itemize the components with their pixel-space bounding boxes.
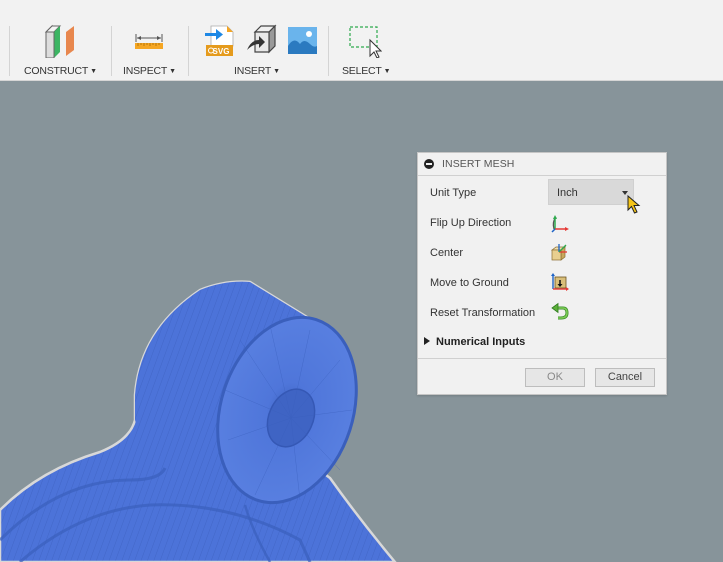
collapse-icon[interactable] <box>424 159 434 169</box>
dialog-header: INSERT MESH <box>418 153 666 176</box>
insert-svg-icon[interactable]: SVG <box>203 24 237 58</box>
flip-up-direction-label: Flip Up Direction <box>430 217 512 229</box>
center-row: Center <box>430 245 660 263</box>
unit-type-value: Inch <box>557 187 578 199</box>
move-to-ground-label: Move to Ground <box>430 277 509 289</box>
construct-menu[interactable]: CONSTRUCT ▼ <box>24 65 97 77</box>
insert-menu[interactable]: INSERT ▼ <box>234 65 280 77</box>
dialog-divider <box>418 358 666 359</box>
expand-triangle-icon <box>424 337 430 345</box>
toolbar-separator <box>328 26 329 76</box>
insert-mesh-dialog: INSERT MESH Unit Type Inch Flip Up Direc… <box>417 152 667 395</box>
insert-mesh-icon[interactable] <box>245 24 279 58</box>
ok-button[interactable]: OK <box>525 368 585 387</box>
center-box-icon[interactable] <box>550 242 570 262</box>
reset-transformation-row: Reset Transformation <box>430 305 660 323</box>
unit-type-label: Unit Type <box>430 187 477 199</box>
caret-down-icon: ▼ <box>383 68 391 75</box>
numerical-inputs-toggle[interactable]: Numerical Inputs <box>424 336 525 348</box>
caret-down-icon: ▼ <box>273 68 280 75</box>
window-select-icon[interactable] <box>348 24 383 59</box>
insert-image-icon[interactable] <box>286 24 320 58</box>
svg-text:SVG: SVG <box>213 47 230 56</box>
inspect-menu[interactable]: INSPECT ▼ <box>123 65 176 77</box>
flip-up-direction-row: Flip Up Direction <box>430 215 660 233</box>
move-to-ground-icon[interactable] <box>550 272 570 292</box>
cancel-button[interactable]: Cancel <box>595 368 655 387</box>
dialog-title: INSERT MESH <box>442 158 515 170</box>
toolbar-separator <box>9 26 10 76</box>
measure-ruler-icon[interactable] <box>132 24 166 58</box>
unit-type-select[interactable]: Inch <box>548 179 634 205</box>
select-menu[interactable]: SELECT ▼ <box>342 65 391 77</box>
reset-arrow-icon[interactable] <box>550 302 570 322</box>
toolbar-separator <box>111 26 112 76</box>
toolbar-separator <box>188 26 189 76</box>
reset-transformation-label: Reset Transformation <box>430 307 536 319</box>
mouse-cursor-icon <box>627 195 641 214</box>
center-label: Center <box>430 247 464 259</box>
toolbar: CONSTRUCT ▼ INSPECT ▼ SVG INSERT ▼ SELEC… <box>0 0 723 81</box>
caret-down-icon: ▼ <box>169 68 176 75</box>
flip-axis-icon[interactable] <box>550 213 570 233</box>
caret-down-icon: ▼ <box>90 68 97 75</box>
construct-plane-icon[interactable] <box>44 24 78 60</box>
move-to-ground-row: Move to Ground <box>430 275 660 293</box>
